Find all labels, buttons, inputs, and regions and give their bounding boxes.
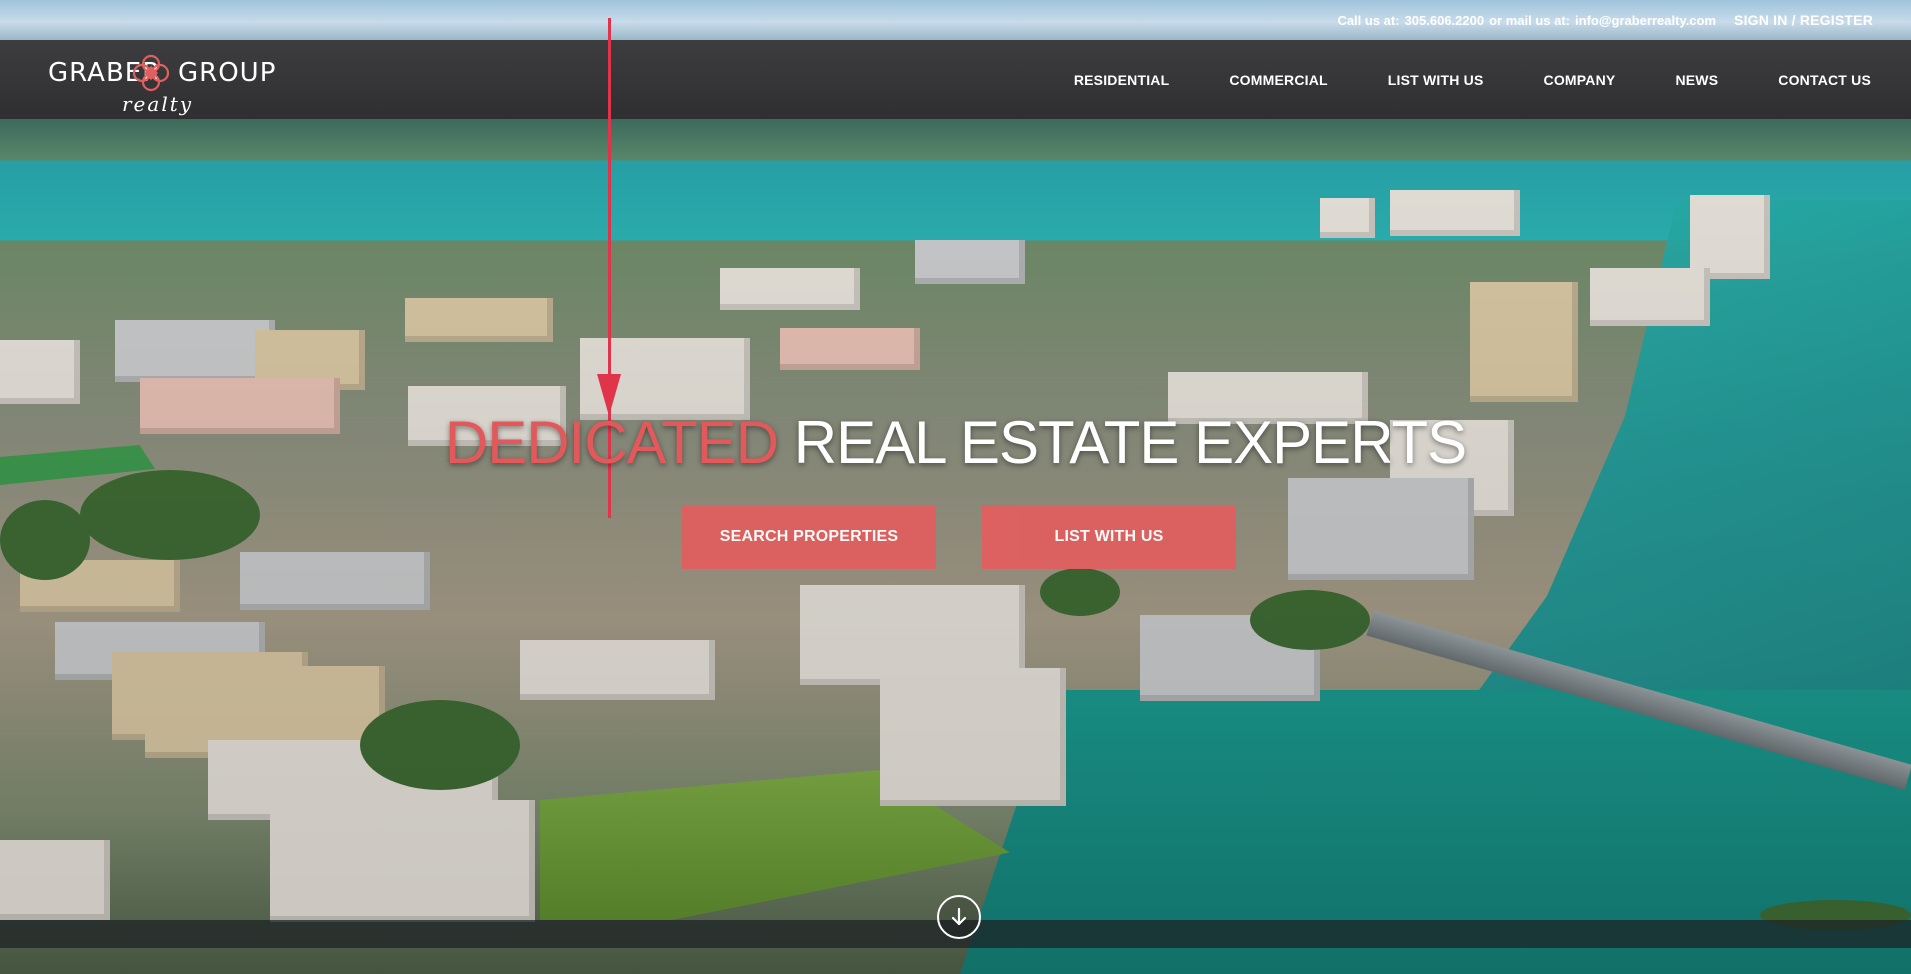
call-label: Call us at: — [1337, 12, 1400, 28]
main-nav: RESIDENTIAL COMMERCIAL LIST WITH US COMP… — [1074, 40, 1871, 119]
hero-overlay — [0, 0, 1911, 974]
main-header: GRABER GROUP realty RESIDENTIAL COMMERCI… — [0, 40, 1911, 119]
headline-rest: REAL ESTATE EXPERTS — [778, 409, 1467, 476]
search-properties-button[interactable]: SEARCH PROPERTIES — [682, 505, 936, 569]
nav-company[interactable]: COMPANY — [1484, 72, 1616, 88]
arrow-down-circle-icon — [951, 907, 967, 926]
top-contact-bar: Call us at: 305.606.2200 or mail us at: … — [0, 0, 1911, 40]
nav-contact-us[interactable]: CONTACT US — [1718, 72, 1871, 88]
nav-residential[interactable]: RESIDENTIAL — [1074, 72, 1170, 88]
hero-background — [0, 0, 1911, 974]
email-link[interactable]: info@graberrealty.com — [1575, 13, 1716, 28]
list-with-us-button[interactable]: LIST WITH US — [982, 505, 1236, 569]
headline-accent: DEDICATED — [444, 409, 779, 476]
phone-link[interactable]: 305.606.2200 — [1405, 13, 1485, 28]
mail-label: or mail us at: — [1489, 12, 1571, 28]
nav-news[interactable]: NEWS — [1615, 72, 1718, 88]
logo-subtitle: realty — [122, 92, 194, 116]
contact-info: Call us at: 305.606.2200 or mail us at: … — [1337, 13, 1716, 28]
nav-commercial[interactable]: COMMERCIAL — [1169, 72, 1327, 88]
scroll-down-button[interactable] — [937, 895, 981, 939]
hero-headline: DEDICATED REAL ESTATE EXPERTS — [0, 408, 1911, 477]
site-logo[interactable]: GRABER GROUP realty — [48, 48, 275, 116]
signin-register-link[interactable]: SIGN IN / REGISTER — [1734, 12, 1873, 28]
logo-word-right: GROUP — [178, 58, 277, 88]
nav-list-with-us[interactable]: LIST WITH US — [1328, 72, 1484, 88]
quatrefoil-logo-icon — [132, 54, 170, 92]
